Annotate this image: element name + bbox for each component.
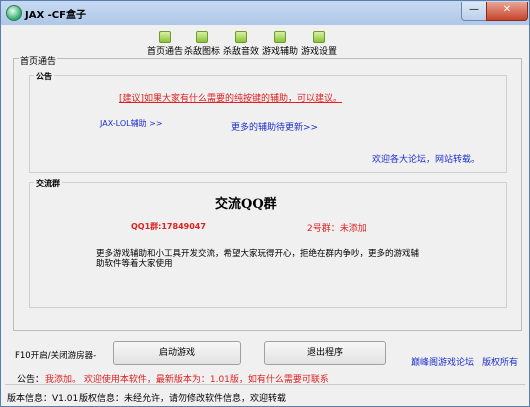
- home-notice-icon: [159, 31, 171, 43]
- exit-program-button[interactable]: 退出程序: [264, 341, 386, 365]
- more-assist-link[interactable]: 更多的辅助待更新>>: [231, 120, 318, 133]
- toolbar-label: 杀敌音效: [223, 47, 260, 57]
- panel-title: 首页通告: [19, 54, 58, 67]
- statusbar-divider: [5, 384, 525, 385]
- toolbar-label: 首页通告: [147, 47, 184, 57]
- notice-group-title: 公告: [34, 71, 54, 82]
- close-button[interactable]: ✕: [486, 2, 528, 21]
- forum-link[interactable]: 巅峰阁游戏论坛: [411, 355, 474, 368]
- toolbar-kill-sounds[interactable]: 杀敌音效: [223, 31, 259, 57]
- hotkey-label: F10开启/关闭游房器-: [15, 351, 97, 361]
- copyright-info: 版权信息：未经允许，请勿修改软件信息，欢迎转载: [79, 394, 287, 404]
- toolbar-label: 游戏辅助: [262, 47, 299, 57]
- toolbar-label: 杀敌图标: [184, 47, 221, 57]
- qq-group-1: QQ1群:17849047: [131, 222, 206, 231]
- main-window: JAX -CF盒子 — ✕ 首页通告 杀敌图标 杀敌音效 游戏辅助 游戏设置 首…: [0, 0, 530, 407]
- suggestion-link[interactable]: [建议]如果大家有什么需要的纯按键的辅助，可以建议。: [119, 91, 342, 104]
- game-assist-icon: [274, 31, 286, 43]
- minimize-button[interactable]: —: [461, 2, 487, 21]
- title-bar[interactable]: JAX -CF盒子 — ✕: [1, 1, 529, 25]
- kill-icons-icon: [196, 31, 208, 43]
- kill-sounds-icon: [235, 31, 247, 43]
- toolbar-label: 游戏设置: [301, 47, 338, 57]
- welcome-text: 欢迎各大论坛，网站转载。: [372, 155, 481, 165]
- chat-description: 更多游戏辅助和小工具开发交流，希望大家玩得开心，拒绝在群内争吵，更多的游戏辅助软…: [96, 249, 420, 269]
- chat-group-title: 交流群: [34, 178, 62, 189]
- qq-group-2: 2号群：未添加: [307, 224, 367, 234]
- window-title: JAX -CF盒子: [25, 10, 86, 21]
- close-icon: ✕: [502, 4, 512, 15]
- qq-group-heading: 交流QQ群: [215, 197, 277, 212]
- toolbar-game-settings[interactable]: 游戏设置: [301, 31, 337, 57]
- start-game-button[interactable]: 启动游戏: [113, 341, 241, 365]
- toolbar-kill-icons[interactable]: 杀敌图标: [184, 31, 220, 57]
- minimize-icon: —: [469, 4, 479, 15]
- app-logo-icon: [6, 5, 22, 21]
- toolbar-game-assist[interactable]: 游戏辅助: [262, 31, 298, 57]
- lol-assist-link[interactable]: JAX-LOL辅助 >>: [100, 118, 163, 129]
- game-settings-icon: [313, 31, 325, 43]
- copyright-link[interactable]: 版权所有: [482, 355, 518, 368]
- toolbar-home-notice[interactable]: 首页通告: [147, 31, 183, 57]
- version-info: 版本信息：V1.01: [7, 394, 79, 404]
